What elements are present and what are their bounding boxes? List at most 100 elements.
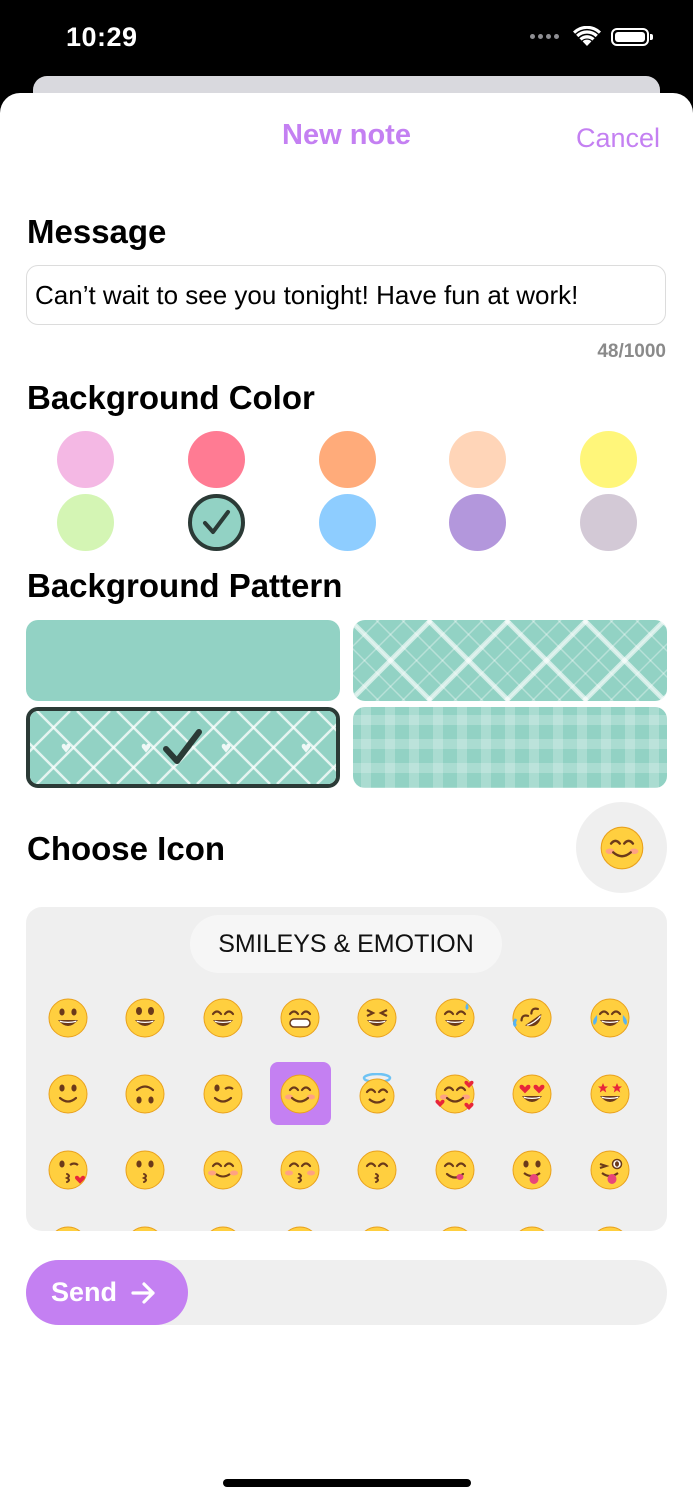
emoji-icon xyxy=(286,1226,313,1231)
pattern-option-solid[interactable] xyxy=(26,620,340,701)
emoji-cell[interactable] xyxy=(270,986,331,1049)
grinning-face-big-eyes-icon xyxy=(125,998,164,1037)
color-swatch[interactable] xyxy=(579,493,637,551)
background-color-section-title: Background Color xyxy=(27,379,315,416)
emoji-icon xyxy=(596,1226,623,1231)
emoji-cell[interactable] xyxy=(38,986,99,1049)
character-count: 48/1000 xyxy=(597,341,666,362)
emoji-cell[interactable] xyxy=(270,1138,331,1201)
emoji-cell[interactable] xyxy=(115,1138,176,1201)
tears-of-joy-icon xyxy=(590,998,629,1037)
emoji-cell[interactable] xyxy=(425,986,486,1049)
kissing-face-icon xyxy=(125,1150,164,1189)
emoji-cell-partial xyxy=(193,1214,254,1231)
grinning-face-sweat-icon xyxy=(435,998,474,1037)
choose-icon-section-title: Choose Icon xyxy=(27,830,226,867)
emoji-cell[interactable] xyxy=(347,1062,408,1125)
status-bar: 10:29 xyxy=(0,0,693,80)
face-blowing-kiss-icon xyxy=(48,1150,87,1189)
pattern-swatch-graphic xyxy=(353,620,667,701)
color-swatch[interactable] xyxy=(448,493,506,551)
emoji-cell[interactable] xyxy=(115,986,176,1049)
home-indicator xyxy=(223,1479,471,1487)
smiling-face-icon xyxy=(203,1150,242,1189)
emoji-cell[interactable] xyxy=(580,986,641,1049)
new-note-sheet: New note Cancel Message 48/1000 Backgrou… xyxy=(0,93,693,1500)
color-swatch[interactable] xyxy=(187,493,245,551)
emoji-cell[interactable] xyxy=(347,1138,408,1201)
face-with-tongue-icon xyxy=(512,1150,551,1189)
send-button[interactable]: Send xyxy=(26,1260,188,1325)
emoji-icon xyxy=(131,1226,158,1231)
emoji-cell[interactable] xyxy=(502,1062,563,1125)
emoji-cell-partial xyxy=(38,1214,99,1231)
emoji-icon xyxy=(441,1226,468,1231)
kissing-face-smiling-eyes-icon xyxy=(357,1150,396,1189)
checkmark-icon xyxy=(202,509,230,534)
background-pattern-section-title: Background Pattern xyxy=(27,567,343,604)
cancel-button[interactable]: Cancel xyxy=(576,123,660,154)
heart-eyes-icon xyxy=(512,1074,551,1113)
color-swatch[interactable] xyxy=(56,430,114,488)
emoji-cell[interactable] xyxy=(193,986,254,1049)
svg-text:♥: ♥ xyxy=(301,742,312,756)
emoji-cell-partial xyxy=(270,1214,331,1231)
checkmark-icon xyxy=(163,728,202,764)
emoji-cell-partial xyxy=(580,1214,641,1231)
emoji-cell[interactable] xyxy=(347,986,408,1049)
emoji-cell-partial xyxy=(115,1214,176,1231)
svg-text:♥: ♥ xyxy=(141,742,152,756)
emoji-picker[interactable]: SMILEYS & EMOTION xyxy=(26,907,667,1231)
color-swatch[interactable] xyxy=(187,430,245,488)
smiling-face-with-halo-icon xyxy=(359,1072,394,1113)
grinning-squinting-face-icon xyxy=(357,998,396,1037)
emoji-cell[interactable] xyxy=(425,1138,486,1201)
kissing-face-closed-eyes-icon xyxy=(280,1150,319,1189)
emoji-cell[interactable] xyxy=(269,1061,331,1125)
rolling-on-floor-laughing-icon xyxy=(512,998,551,1037)
emoji-category-tab[interactable]: SMILEYS & EMOTION xyxy=(190,915,502,973)
emoji-cell-partial xyxy=(425,1214,486,1231)
slightly-smiling-face-icon xyxy=(48,1074,87,1113)
emoji-cell[interactable] xyxy=(580,1062,641,1125)
grinning-face-icon xyxy=(48,998,87,1037)
pattern-swatch-graphic xyxy=(26,620,340,701)
emoji-cell[interactable] xyxy=(38,1062,99,1125)
color-swatch[interactable] xyxy=(318,493,376,551)
emoji-cell[interactable] xyxy=(115,1062,176,1125)
emoji-cell[interactable] xyxy=(502,1138,563,1201)
emoji-cell[interactable] xyxy=(193,1138,254,1201)
winking-face-with-tongue-icon xyxy=(590,1150,629,1189)
selected-icon-preview[interactable] xyxy=(576,802,667,893)
emoji-cell[interactable] xyxy=(580,1138,641,1201)
color-swatch[interactable] xyxy=(318,430,376,488)
pattern-option-hearts-lattice[interactable]: ♥ ♥ ♥ ♥ xyxy=(26,707,340,788)
pattern-option-lattice[interactable] xyxy=(353,620,667,701)
face-savoring-food-icon xyxy=(435,1150,474,1189)
emoji-icon xyxy=(518,1226,545,1231)
color-swatch[interactable] xyxy=(448,430,506,488)
send-label: Send xyxy=(51,1277,118,1307)
grinning-face-smiling-eyes-icon xyxy=(203,998,242,1037)
message-field[interactable] xyxy=(26,265,666,325)
emoji-cell[interactable] xyxy=(425,1062,486,1125)
cellular-signal-icon xyxy=(530,34,559,39)
emoji-cell-partial xyxy=(502,1214,563,1231)
upside-down-face-icon xyxy=(125,1074,164,1113)
battery-icon xyxy=(611,27,653,46)
arrow-right-icon xyxy=(131,1281,155,1304)
pattern-option-plaid[interactable] xyxy=(353,707,667,788)
winking-face-icon xyxy=(203,1074,242,1113)
emoji-cell[interactable] xyxy=(193,1062,254,1125)
color-swatch[interactable] xyxy=(56,493,114,551)
smiling-face-with-smiling-eyes-icon xyxy=(280,1074,319,1113)
emoji-cell[interactable] xyxy=(38,1138,99,1201)
emoji-icon xyxy=(363,1226,390,1231)
emoji-icon xyxy=(54,1226,81,1231)
wifi-icon xyxy=(573,26,601,46)
smiling-face-icon xyxy=(600,826,643,869)
emoji-cell[interactable] xyxy=(502,986,563,1049)
color-swatch[interactable] xyxy=(579,430,637,488)
status-time: 10:29 xyxy=(66,22,138,52)
pattern-swatch-graphic xyxy=(353,707,667,788)
